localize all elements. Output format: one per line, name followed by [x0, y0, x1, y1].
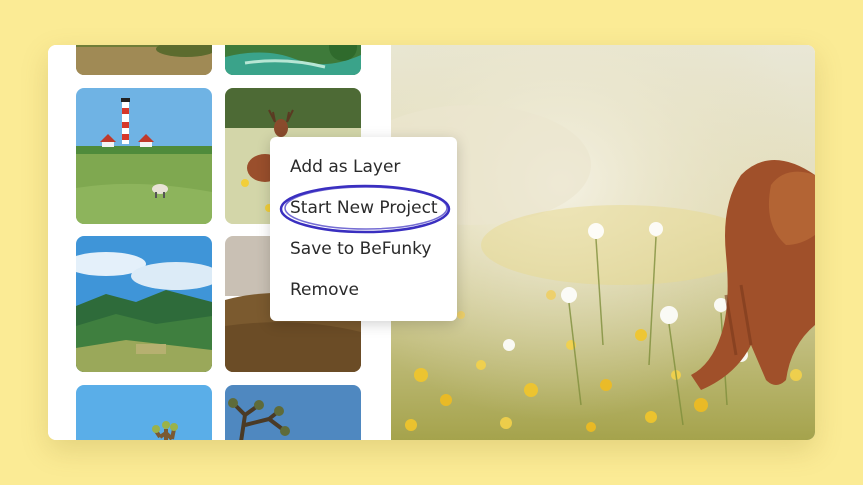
- thumbnail-river-stream[interactable]: [225, 45, 361, 75]
- menu-item-remove[interactable]: Remove: [290, 280, 359, 300]
- menu-item-start-new-project[interactable]: Start New Project: [290, 198, 438, 218]
- menu-item-add-as-layer[interactable]: Add as Layer: [290, 157, 400, 177]
- thumbnail-grass-field[interactable]: [76, 45, 212, 75]
- thumbnail-green-mountains[interactable]: [76, 236, 212, 372]
- context-menu: Add as Layer Start New Project Save to B…: [270, 137, 457, 321]
- menu-item-save-to-befunky[interactable]: Save to BeFunky: [290, 239, 431, 259]
- thumbnail-tree-sky[interactable]: [225, 385, 361, 440]
- thumbnail-lighthouse-meadow[interactable]: [76, 88, 212, 224]
- thumbnail-cactus-sky[interactable]: [76, 385, 212, 440]
